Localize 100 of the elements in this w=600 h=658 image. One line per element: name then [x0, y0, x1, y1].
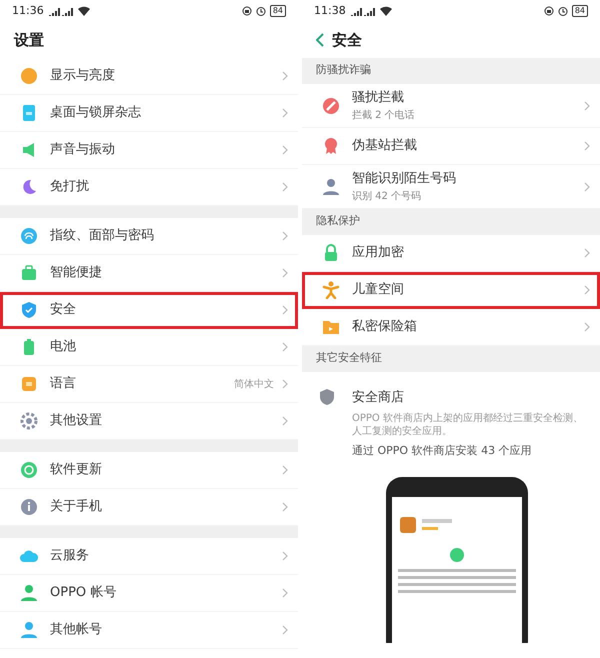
- row-label: 智能便捷: [50, 264, 103, 282]
- person-icon: [322, 178, 340, 196]
- chevron-icon: [282, 268, 288, 278]
- row-label: OPPO 帐号: [50, 584, 118, 602]
- signal-icon: [350, 6, 376, 16]
- row-subtitle: 识别 42 个号码: [352, 190, 422, 204]
- chevron-icon: [282, 145, 288, 155]
- row-label: 其他帐号: [50, 621, 103, 640]
- chevron-icon: [282, 551, 288, 561]
- settings-row[interactable]: OPPO 帐号: [0, 575, 298, 612]
- row-label: 显示与亮度: [50, 67, 116, 86]
- chevron-icon: [282, 182, 288, 192]
- settings-row[interactable]: 桌面与锁屏杂志: [0, 95, 298, 132]
- child-figure-icon: [322, 281, 340, 299]
- wallpaper-icon: [20, 104, 38, 122]
- chevron-icon: [584, 182, 590, 192]
- chevron-icon: [584, 141, 590, 151]
- chevron-icon: [282, 416, 288, 426]
- chevron-icon: [282, 71, 288, 81]
- ribbon-icon: [322, 137, 340, 155]
- settings-row[interactable]: 其他帐号: [0, 612, 298, 649]
- chevron-icon: [282, 231, 288, 241]
- folder-icon: [322, 318, 340, 336]
- wifi-icon: [78, 6, 90, 16]
- chevron-icon: [282, 305, 288, 315]
- row-subtitle: 拦截 2 个电话: [352, 108, 416, 123]
- settings-row[interactable]: 指纹、面部与密码: [0, 218, 298, 255]
- status-time: 11:36: [12, 2, 44, 19]
- settings-row[interactable]: 骚扰拦截 拦截 2 个电话: [302, 84, 600, 128]
- row-value: 简体中文: [234, 378, 274, 392]
- feature-description: OPPO 软件商店内上架的应用都经过三重安全检测、人工复测的安全应用。: [352, 412, 584, 438]
- feature-summary: 通过 OPPO 软件商店安装 43 个应用: [352, 442, 533, 458]
- chevron-icon: [584, 285, 590, 295]
- battery-level: 84: [270, 5, 286, 17]
- settings-row[interactable]: 应用加密: [302, 235, 600, 272]
- row-label: 伪基站拦截: [352, 137, 418, 156]
- row-label: 安全: [50, 301, 77, 320]
- chevron-icon: [282, 465, 288, 475]
- shield-icon: [20, 301, 38, 319]
- row-label: 语言: [50, 375, 77, 394]
- chevron-icon: [282, 379, 288, 389]
- section-header: 隐私保护: [302, 209, 600, 235]
- gear-icon: [20, 412, 38, 430]
- brightness-icon: [20, 67, 38, 85]
- row-label: 智能识别陌生号码: [352, 170, 457, 188]
- settings-row[interactable]: 儿童空间: [302, 272, 600, 309]
- update-icon: [20, 461, 38, 479]
- feature-title: 安全商店: [352, 389, 405, 407]
- signal-icon: [48, 6, 74, 16]
- chevron-icon: [584, 322, 590, 332]
- chevron-icon: [584, 100, 590, 110]
- shield-icon: [318, 388, 336, 406]
- prohibited-icon: [322, 96, 340, 114]
- settings-row[interactable]: 云服务: [0, 538, 298, 575]
- back-icon: [316, 33, 324, 47]
- settings-row[interactable]: 显示与亮度: [0, 58, 298, 95]
- settings-row[interactable]: 语言 简体中文: [0, 366, 298, 403]
- section-header: 防骚扰诈骗: [302, 58, 600, 84]
- language-icon: [20, 375, 38, 393]
- alarm-icon: [256, 6, 266, 16]
- chevron-icon: [282, 502, 288, 512]
- lock-rotation-icon: [544, 6, 554, 16]
- row-label: 儿童空间: [352, 281, 405, 300]
- row-label: 私密保险箱: [352, 318, 418, 336]
- alarm-icon: [558, 6, 568, 16]
- lock-rotation-icon: [242, 6, 252, 16]
- chevron-icon: [282, 625, 288, 635]
- chevron-icon: [282, 588, 288, 598]
- row-label: 其他设置: [50, 412, 103, 430]
- person-icon: [20, 621, 38, 639]
- briefcase-icon: [20, 264, 38, 282]
- settings-row[interactable]: 软件更新: [0, 452, 298, 489]
- row-label: 应用加密: [352, 244, 405, 262]
- page-title: 安全: [332, 30, 362, 51]
- row-label: 软件更新: [50, 461, 103, 480]
- settings-row[interactable]: 声音与振动: [0, 132, 298, 169]
- chevron-icon: [282, 108, 288, 118]
- row-label: 关于手机: [50, 498, 103, 516]
- info-icon: [20, 498, 38, 516]
- chevron-icon: [584, 248, 590, 258]
- status-time: 11:38: [314, 2, 346, 19]
- section-header: 其它安全特征: [302, 346, 600, 372]
- lock-icon: [322, 244, 340, 262]
- settings-row[interactable]: 智能便捷: [0, 255, 298, 292]
- row-label: 云服务: [50, 547, 90, 566]
- settings-row[interactable]: 伪基站拦截: [302, 128, 600, 165]
- wifi-icon: [380, 6, 392, 16]
- chevron-icon: [282, 342, 288, 352]
- row-label: 声音与振动: [50, 141, 116, 160]
- settings-row[interactable]: 安全: [0, 292, 298, 329]
- row-label: 免打扰: [50, 178, 90, 196]
- row-label: 电池: [50, 338, 77, 356]
- battery-level: 84: [572, 5, 588, 17]
- row-label: 桌面与锁屏杂志: [50, 104, 142, 122]
- person-icon: [20, 584, 38, 602]
- fingerprint-icon: [20, 227, 38, 245]
- page-title: 设置: [14, 30, 44, 51]
- row-label: 指纹、面部与密码: [50, 227, 155, 246]
- settings-row[interactable]: 电池: [0, 329, 298, 366]
- row-label: 骚扰拦截: [352, 89, 405, 108]
